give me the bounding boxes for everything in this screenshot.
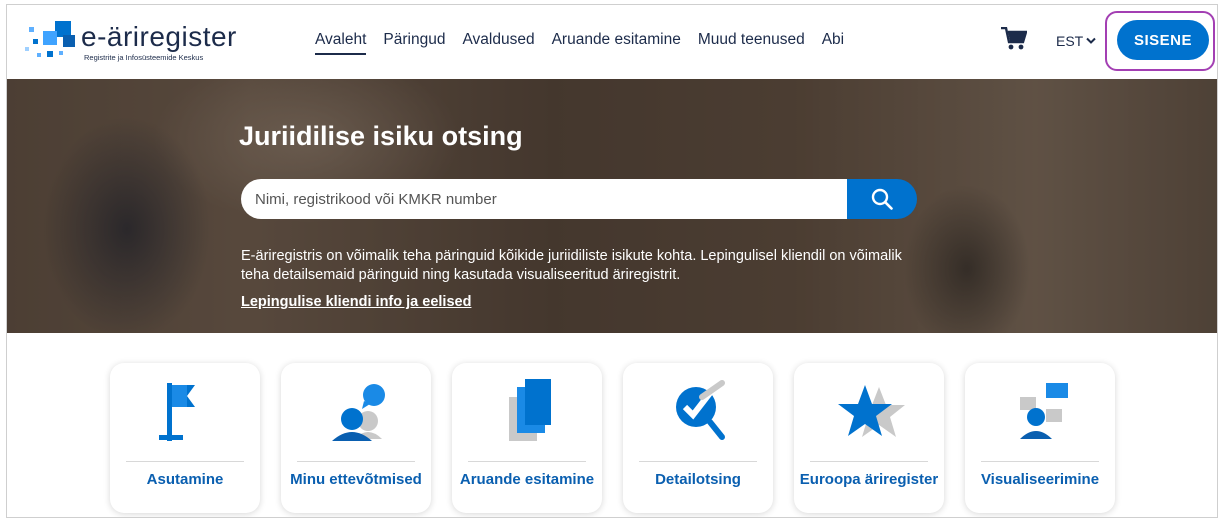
- nav-item-paringud[interactable]: Päringud: [383, 31, 445, 55]
- login-button[interactable]: SISENE: [1117, 20, 1209, 60]
- page-frame: e-äriregister Registrite ja Infosüsteemi…: [6, 4, 1218, 518]
- card-divider: [981, 461, 1099, 462]
- shopping-cart-icon[interactable]: [1001, 26, 1028, 51]
- card-aruande-esitamine[interactable]: Aruande esitamine: [452, 363, 602, 513]
- service-cards: Asutamine Minu ettevõtmised Aruande esit…: [9, 333, 1205, 517]
- card-minu-ettevotmised[interactable]: Minu ettevõtmised: [281, 363, 431, 513]
- contract-client-info-link[interactable]: Lepingulise kliendi info ja eelised: [241, 294, 471, 310]
- search-button[interactable]: [847, 179, 917, 219]
- card-divider: [468, 461, 586, 462]
- nav-item-abi[interactable]: Abi: [822, 31, 844, 55]
- logo-text: e-äriregister: [81, 21, 237, 52]
- user-visual-icon: [1000, 377, 1080, 447]
- card-label: Aruande esitamine: [459, 471, 595, 488]
- nav-item-avaleht[interactable]: Avaleht: [315, 31, 367, 55]
- card-label: Asutamine: [146, 471, 224, 488]
- logo-subtitle: Registrite ja Infosüsteemide Keskus: [84, 53, 204, 62]
- nav-item-avaldused[interactable]: Avaldused: [462, 31, 534, 55]
- hero-description: E-äriregistris on võimalik teha päringui…: [241, 248, 902, 283]
- card-divider: [297, 461, 415, 462]
- language-selector[interactable]: EST: [1056, 33, 1096, 49]
- card-label: Visualiseerimine: [980, 471, 1100, 488]
- card-visualiseerimine[interactable]: Visualiseerimine: [965, 363, 1115, 513]
- card-divider: [126, 461, 244, 462]
- star-icon: [829, 377, 909, 447]
- nav-item-aruande-esitamine[interactable]: Aruande esitamine: [552, 31, 681, 55]
- card-asutamine[interactable]: Asutamine: [110, 363, 260, 513]
- card-euroopa-ariregister[interactable]: Euroopa äriregister: [794, 363, 944, 513]
- nav-item-muud-teenused[interactable]: Muud teenused: [698, 31, 805, 55]
- search-icon: [871, 188, 893, 210]
- search-input[interactable]: [241, 179, 851, 219]
- card-divider: [810, 461, 928, 462]
- site-header: e-äriregister Registrite ja Infosüsteemi…: [7, 5, 1217, 79]
- search-bar: [241, 179, 917, 219]
- logo[interactable]: e-äriregister Registrite ja Infosüsteemi…: [23, 17, 253, 67]
- logo-mark-icon: [23, 17, 79, 65]
- main-nav: Avaleht Päringud Avaldused Aruande esita…: [315, 31, 861, 55]
- language-label: EST: [1056, 33, 1084, 49]
- user-chat-icon: [316, 377, 396, 447]
- documents-icon: [487, 377, 567, 447]
- flag-icon: [145, 377, 225, 447]
- card-label: Euroopa äriregister: [799, 471, 939, 488]
- page-title: Juriidilise isiku otsing: [239, 121, 523, 151]
- card-divider: [639, 461, 757, 462]
- card-detailotsing[interactable]: Detailotsing: [623, 363, 773, 513]
- card-label: Minu ettevõtmised: [290, 471, 422, 488]
- card-label: Detailotsing: [655, 471, 741, 488]
- hero-banner: Juriidilise isiku otsing E-äriregistris …: [7, 79, 1217, 333]
- chevron-down-icon: [1086, 37, 1096, 44]
- magnifier-check-icon: [658, 377, 738, 447]
